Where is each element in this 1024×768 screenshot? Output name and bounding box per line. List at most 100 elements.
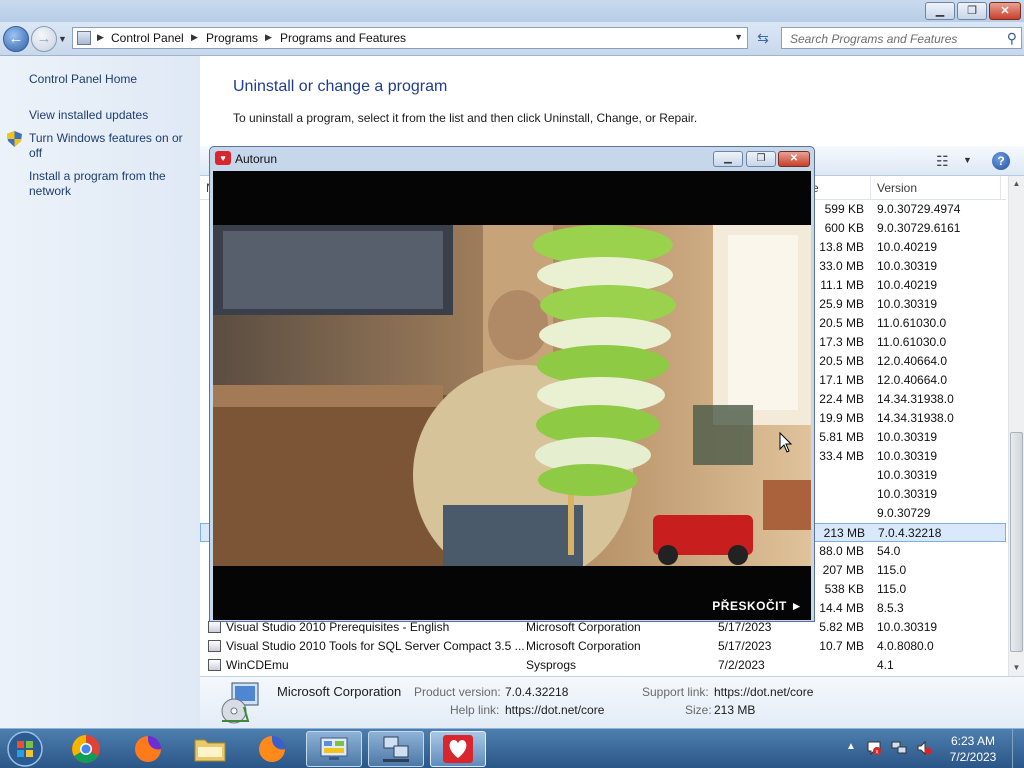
firefox-icon	[135, 736, 161, 762]
recent-pages-dropdown[interactable]: ▼	[58, 34, 67, 44]
breadcrumb-programs-and-features[interactable]: Programs and Features	[280, 31, 406, 45]
details-size-label: Size:	[685, 703, 712, 717]
skip-button[interactable]: PŘESKOČIT ►	[712, 599, 803, 613]
program-version: 115.0	[877, 582, 907, 596]
autorun-maximize-button[interactable]: ❐	[746, 151, 776, 167]
video-frame-image	[213, 225, 811, 566]
program-version: 9.0.30729.6161	[877, 221, 961, 235]
scroll-up-icon[interactable]: ▲	[1009, 176, 1024, 192]
details-size: 213 MB	[714, 703, 756, 717]
details-help-link[interactable]: https://dot.net/core	[505, 703, 604, 717]
change-view-icon[interactable]: ☷	[936, 153, 949, 170]
program-name: Visual Studio 2010 Prerequisites - Engli…	[226, 620, 450, 634]
breadcrumb-separator-icon[interactable]: ▶	[191, 32, 198, 43]
show-hidden-icons-icon[interactable]: ▲	[846, 741, 856, 752]
help-icon[interactable]: ?	[992, 152, 1010, 170]
search-placeholder: Search Programs and Features	[790, 32, 958, 46]
program-version: 8.5.3	[877, 601, 904, 615]
program-name: WinCDEmu	[226, 658, 289, 672]
table-row[interactable]: Visual Studio 2010 Tools for SQL Server …	[200, 637, 1006, 656]
column-header-version[interactable]: Version	[877, 181, 917, 195]
details-support-link[interactable]: https://dot.net/core	[714, 685, 813, 699]
taskbar-firefox[interactable]	[120, 731, 176, 767]
show-desktop-button[interactable]	[1012, 729, 1024, 768]
program-publisher: Microsoft Corporation	[526, 620, 641, 634]
program-version: 115.0	[877, 563, 907, 577]
back-arrow-icon: ←	[8, 30, 24, 47]
scroll-down-icon[interactable]: ▼	[1009, 660, 1024, 676]
vertical-scrollbar[interactable]: ▲ ▼	[1008, 176, 1024, 676]
program-version: 11.0.61030.0	[877, 316, 947, 330]
close-button[interactable]: ✕	[989, 2, 1021, 20]
taskbar-explorer[interactable]	[182, 731, 238, 767]
volume-muted-icon[interactable]	[916, 740, 932, 756]
program-version: 12.0.40664.0	[877, 373, 948, 387]
refresh-icon[interactable]: ⇆	[752, 28, 774, 48]
taskbar-autorun[interactable]	[430, 731, 486, 767]
program-version: 14.34.31938.0	[877, 392, 954, 406]
scroll-thumb[interactable]	[1010, 432, 1023, 652]
breadcrumb-separator-icon[interactable]: ▶	[265, 32, 272, 43]
search-icon[interactable]: ⚲	[1007, 30, 1017, 47]
folder-icon	[194, 739, 226, 762]
program-version: 4.0.8080.0	[877, 639, 934, 653]
program-publisher: Microsoft Corporation	[526, 639, 641, 653]
view-options-dropdown-icon[interactable]: ▼	[963, 155, 972, 165]
taskbar-control-panel[interactable]	[306, 731, 362, 767]
start-button[interactable]	[2, 730, 48, 768]
autorun-close-button[interactable]: ✕	[778, 151, 810, 167]
taskbar-firefox-2[interactable]	[244, 731, 300, 767]
program-install-date: 5/17/2023	[718, 639, 772, 653]
program-version: 10.0.30319	[877, 430, 938, 444]
window-title-bar: ▁ ❐ ✕	[0, 0, 1024, 22]
forward-button[interactable]: →	[31, 26, 57, 52]
address-bar[interactable]: ▶ Control Panel ▶ Programs ▶ Programs an…	[72, 27, 748, 49]
action-center-icon[interactable]: x	[866, 740, 882, 756]
turn-windows-features-link[interactable]: Turn Windows features on or off	[29, 131, 194, 161]
details-support-link-label: Support link:	[642, 685, 709, 699]
breadcrumb-separator-icon[interactable]: ▶	[97, 32, 104, 43]
firefox-icon	[259, 736, 285, 762]
clock-date: 7/2/2023	[949, 750, 997, 764]
program-version: 10.0.30319	[877, 620, 938, 634]
program-version: 4.1	[877, 658, 894, 672]
video-player[interactable]: PŘESKOČIT ►	[213, 171, 811, 620]
shield-icon	[7, 131, 22, 147]
minimize-button[interactable]: ▁	[925, 2, 955, 20]
breadcrumb-programs[interactable]: Programs	[206, 31, 258, 45]
autorun-icon	[443, 735, 473, 763]
back-button[interactable]: ←	[3, 26, 29, 52]
svg-text:x: x	[876, 750, 879, 756]
autorun-app-icon: ♥	[215, 151, 231, 165]
control-panel-icon	[320, 737, 348, 760]
program-version: 10.0.40219	[877, 278, 938, 292]
taskbar-network[interactable]	[368, 731, 424, 767]
program-size: 10.7 MB	[819, 639, 864, 653]
view-installed-updates-link[interactable]: View installed updates	[29, 108, 194, 123]
system-clock[interactable]: 6:23 AM 7/2/2023	[940, 733, 1006, 765]
program-version: 7.0.4.32218	[878, 526, 942, 540]
address-dropdown-icon[interactable]: ▼	[734, 32, 743, 42]
program-version: 12.0.40664.0	[877, 354, 948, 368]
program-version: 10.0.30319	[877, 297, 938, 311]
program-name: Visual Studio 2010 Tools for SQL Server …	[226, 639, 525, 653]
install-from-network-link[interactable]: Install a program from the network	[29, 169, 194, 199]
program-version: 11.0.61030.0	[877, 335, 947, 349]
table-row[interactable]: WinCDEmu Sysprogs 7/2/2023 4.1	[200, 656, 1006, 675]
task-pane: Control Panel Home View installed update…	[0, 56, 200, 728]
column-divider[interactable]	[1000, 176, 1001, 200]
taskbar-chrome[interactable]	[58, 731, 114, 767]
autorun-window[interactable]: ♥ Autorun ▁ ❐ ✕ PŘESKOČIT ►	[209, 146, 815, 622]
maximize-button[interactable]: ❐	[957, 2, 987, 20]
autorun-minimize-button[interactable]: ▁	[713, 151, 743, 167]
forward-arrow-icon: →	[36, 30, 52, 47]
search-input[interactable]: Search Programs and Features ⚲	[781, 27, 1022, 49]
breadcrumb-control-panel[interactable]: Control Panel	[111, 31, 184, 45]
control-panel-home-link[interactable]: Control Panel Home	[29, 72, 194, 87]
autorun-title: Autorun	[235, 152, 278, 166]
network-status-icon[interactable]	[891, 740, 907, 756]
program-version: 10.0.30319	[877, 487, 938, 501]
program-version: 9.0.30729.4974	[877, 202, 961, 216]
column-divider[interactable]	[870, 176, 871, 200]
program-install-date: 7/2/2023	[718, 658, 765, 672]
